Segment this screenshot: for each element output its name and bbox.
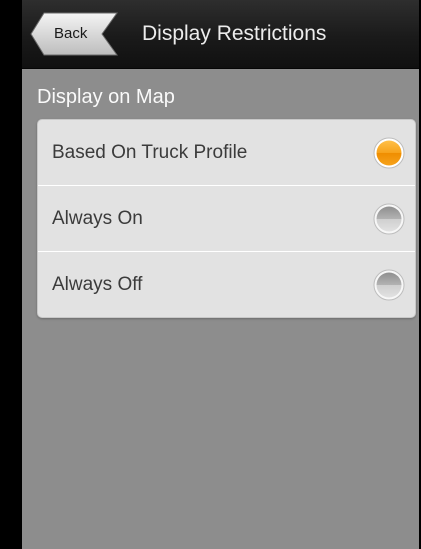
back-button-label: Back	[54, 25, 88, 42]
title-bar: Back Display Restrictions	[22, 0, 419, 69]
page-title: Display Restrictions	[142, 22, 327, 45]
radio-unselected-icon[interactable]	[373, 269, 405, 301]
radio-unselected-icon[interactable]	[373, 203, 405, 235]
back-button[interactable]: Back	[30, 12, 118, 56]
section-title: Display on Map	[37, 86, 175, 108]
option-always-on[interactable]: Always On	[38, 186, 415, 252]
options-list: Based On Truck Profile Always On Always …	[37, 119, 416, 318]
screen: Back Display Restrictions Display on Map…	[22, 0, 419, 549]
option-always-off[interactable]: Always Off	[38, 252, 415, 317]
option-based-on-truck-profile[interactable]: Based On Truck Profile	[38, 120, 415, 186]
option-label: Based On Truck Profile	[52, 142, 248, 163]
option-label: Always Off	[52, 274, 143, 295]
radio-selected-icon[interactable]	[373, 137, 405, 169]
option-label: Always On	[52, 208, 143, 229]
device-frame: Back Display Restrictions Display on Map…	[0, 0, 421, 549]
